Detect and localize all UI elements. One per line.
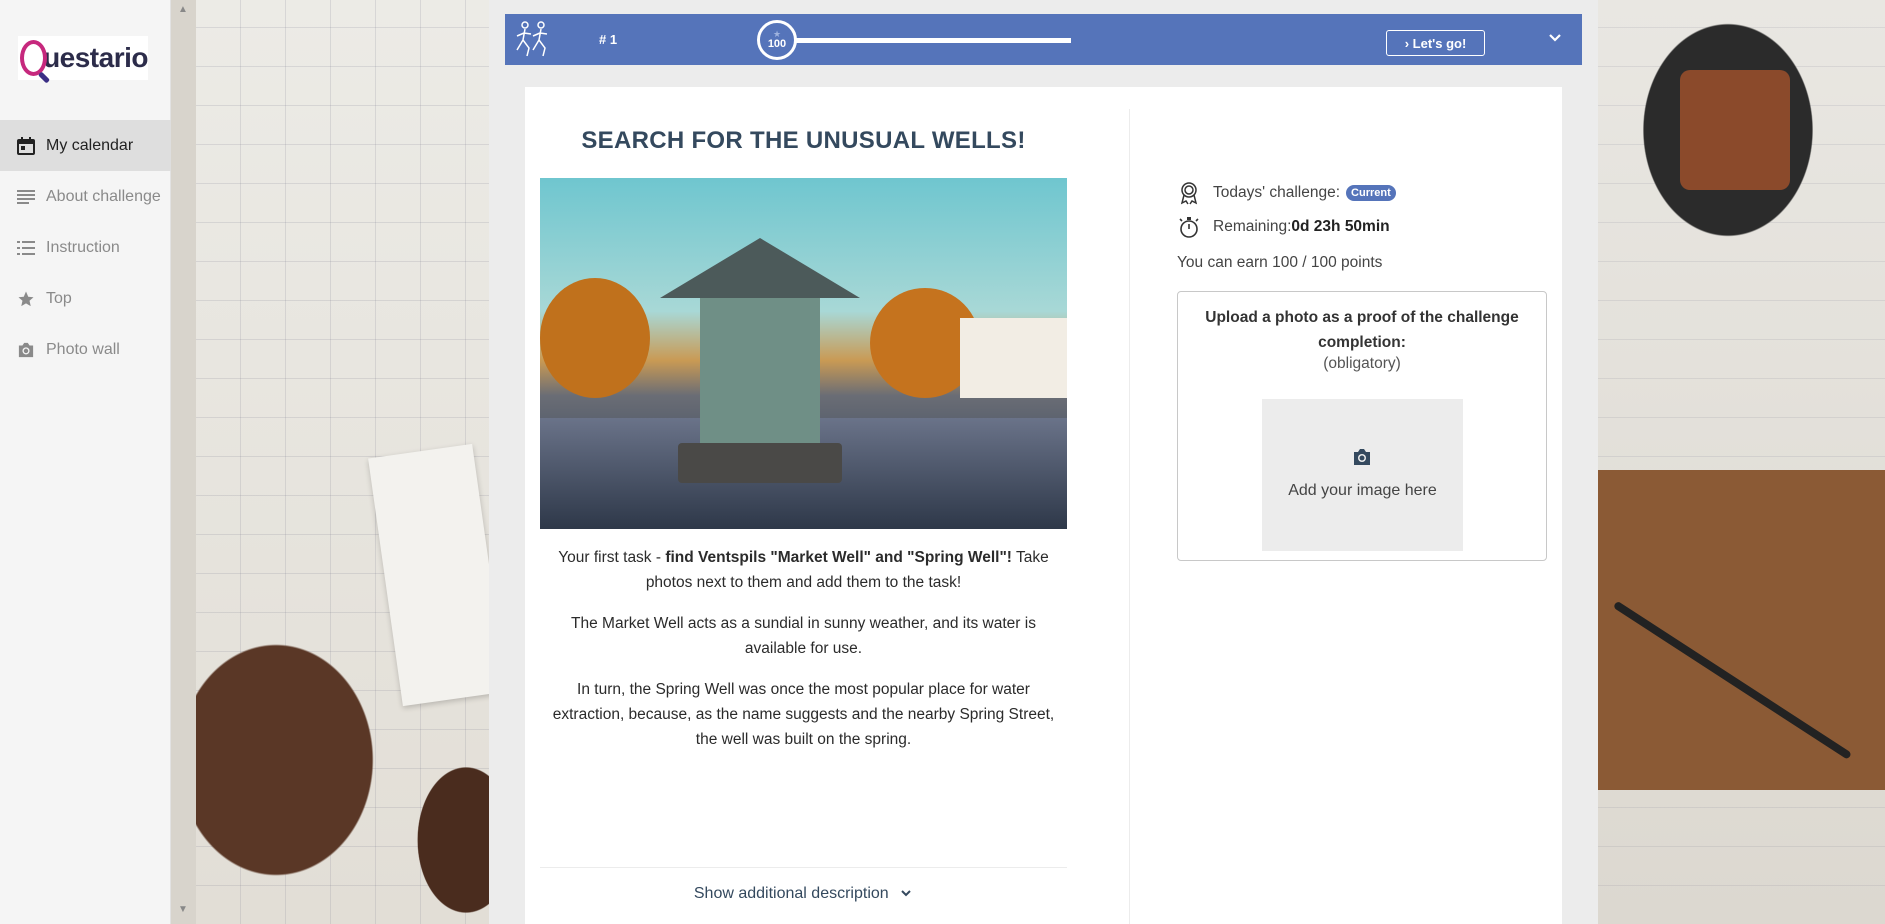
award-icon (1180, 182, 1198, 205)
task-number: # 1 (599, 32, 618, 47)
challenge-title: SEARCH FOR THE UNUSUAL WELLS! (581, 127, 1026, 154)
lets-go-button[interactable]: › Let's go! (1386, 30, 1485, 56)
add-image-dropzone[interactable]: Add your image here (1262, 399, 1463, 551)
lines-icon (16, 187, 36, 207)
photo-well-roof (660, 238, 860, 298)
sidebar-item-my-calendar[interactable]: My calendar (0, 120, 171, 171)
challenge-topbar: # 1 ★ 100 › Let's go! (505, 14, 1582, 65)
sidebar-item-label: My calendar (46, 136, 134, 154)
challenge-text: Your first task - find Ventspils "Market… (540, 545, 1067, 768)
sidebar-item-label: Photo wall (46, 340, 120, 358)
scroll-up-arrow[interactable]: ▲ (178, 4, 188, 15)
progress-track (790, 38, 1071, 43)
sidebar-nav: My calendar About challenge Instruction … (0, 120, 171, 375)
progress-fill (790, 38, 1071, 43)
calendar-icon (16, 136, 36, 156)
task-prefix: Your first task - (558, 549, 666, 566)
todays-challenge-label: Todays' challenge: (1213, 184, 1341, 201)
remaining-label: Remaining: (1213, 218, 1292, 235)
chevron-down-icon[interactable] (1545, 28, 1565, 48)
logo-q-icon (20, 40, 48, 76)
photo-well-tower (700, 296, 820, 451)
stopwatch-icon (1179, 217, 1199, 238)
upload-photo-box: Upload a photo as a proof of the challen… (1177, 291, 1547, 561)
divider (540, 867, 1067, 868)
earn-points-text: You can earn 100 / 100 points (1177, 254, 1383, 271)
runners-icon (516, 21, 548, 57)
background-camera (1680, 70, 1790, 190)
list-icon (16, 238, 36, 258)
photo-house (960, 318, 1067, 398)
sidebar-item-top[interactable]: Top (0, 273, 171, 324)
market-well-paragraph: The Market Well acts as a sundial in sun… (571, 615, 1036, 657)
column-divider (1129, 109, 1130, 924)
task-bold: find Ventspils "Market Well" and "Spring… (665, 549, 1012, 566)
scroll-down-arrow[interactable]: ▼ (178, 904, 188, 915)
sidebar: uestario My calendar About challenge Ins… (0, 0, 171, 924)
add-image-label: Add your image here (1288, 482, 1437, 499)
camera-icon (1354, 449, 1370, 465)
todays-challenge-row: Todays' challenge: Current (1177, 181, 1396, 205)
photo-tree (540, 278, 650, 398)
sidebar-item-label: About challenge (46, 187, 161, 205)
progress-points-value: 100 (767, 38, 787, 50)
sidebar-item-about-challenge[interactable]: About challenge (0, 171, 171, 222)
progress-points-circle: ★ 100 (757, 20, 797, 60)
remaining-value: 0d 23h 50min (1291, 218, 1390, 235)
star-icon (16, 289, 36, 309)
challenge-photo (540, 178, 1067, 529)
sidebar-item-label: Instruction (46, 238, 120, 256)
challenge-card: SEARCH FOR THE UNUSUAL WELLS! Your first… (525, 87, 1562, 924)
questario-logo[interactable]: uestario (18, 36, 148, 80)
show-more-label: Show additional description (693, 885, 889, 902)
photo-well-base (678, 443, 842, 483)
current-badge: Current (1346, 185, 1396, 201)
task-paragraph: Your first task - find Ventspils "Market… (540, 545, 1067, 595)
camera-icon (16, 340, 36, 360)
sidebar-item-photo-wall[interactable]: Photo wall (0, 324, 171, 375)
sidebar-item-label: Top (46, 289, 72, 307)
show-additional-description[interactable]: Show additional description (540, 885, 1067, 903)
main-content: # 1 ★ 100 › Let's go! SEARCH FOR THE UNU… (489, 0, 1598, 924)
upload-title: Upload a photo as a proof of the challen… (1205, 309, 1519, 351)
spring-well-paragraph: In turn, the Spring Well was once the mo… (552, 681, 1055, 748)
upload-obligatory-label: (obligatory) (1323, 355, 1401, 372)
remaining-row: Remaining: 0d 23h 50min (1177, 215, 1390, 239)
chevron-down-icon (901, 890, 911, 897)
sidebar-item-instruction[interactable]: Instruction (0, 222, 171, 273)
logo-text: uestario (43, 42, 148, 73)
